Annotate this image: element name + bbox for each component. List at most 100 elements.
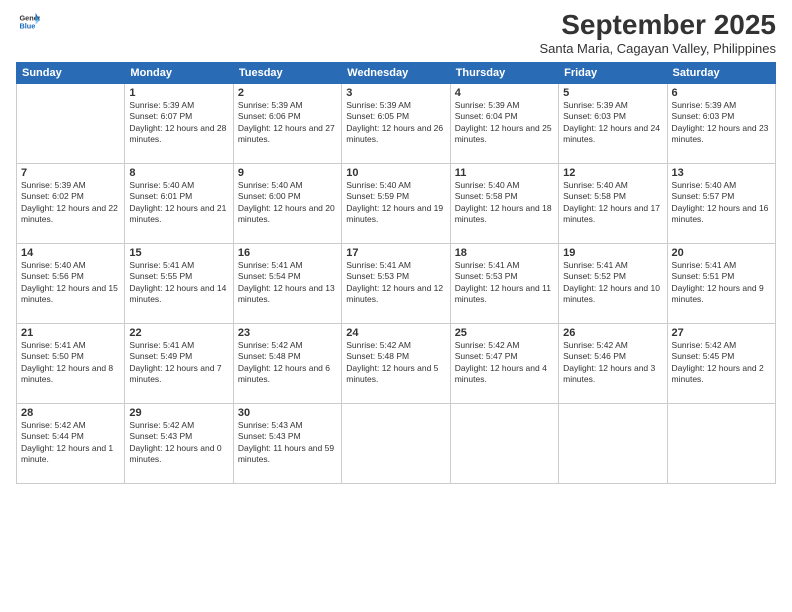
day-number: 20 — [672, 247, 771, 259]
day-number: 12 — [563, 167, 662, 179]
table-row: 9Sunrise: 5:40 AM Sunset: 6:00 PM Daylig… — [233, 163, 341, 243]
calendar-week-row: 21Sunrise: 5:41 AM Sunset: 5:50 PM Dayli… — [17, 323, 776, 403]
header: General Blue September 2025 Santa Maria,… — [16, 10, 776, 56]
calendar-week-row: 1Sunrise: 5:39 AM Sunset: 6:07 PM Daylig… — [17, 83, 776, 163]
table-row: 26Sunrise: 5:42 AM Sunset: 5:46 PM Dayli… — [559, 323, 667, 403]
table-row: 30Sunrise: 5:43 AM Sunset: 5:43 PM Dayli… — [233, 403, 341, 483]
day-number: 22 — [129, 327, 228, 339]
col-saturday: Saturday — [667, 62, 775, 83]
svg-text:Blue: Blue — [19, 21, 35, 30]
table-row: 8Sunrise: 5:40 AM Sunset: 6:01 PM Daylig… — [125, 163, 233, 243]
day-number: 15 — [129, 247, 228, 259]
table-row: 14Sunrise: 5:40 AM Sunset: 5:56 PM Dayli… — [17, 243, 125, 323]
day-number: 10 — [346, 167, 445, 179]
cell-info: Sunrise: 5:40 AM Sunset: 5:59 PM Dayligh… — [346, 180, 445, 226]
day-number: 19 — [563, 247, 662, 259]
table-row: 15Sunrise: 5:41 AM Sunset: 5:55 PM Dayli… — [125, 243, 233, 323]
month-title: September 2025 — [539, 10, 776, 41]
table-row — [342, 403, 450, 483]
day-number: 14 — [21, 247, 120, 259]
col-sunday: Sunday — [17, 62, 125, 83]
table-row: 7Sunrise: 5:39 AM Sunset: 6:02 PM Daylig… — [17, 163, 125, 243]
day-number: 3 — [346, 87, 445, 99]
col-wednesday: Wednesday — [342, 62, 450, 83]
day-number: 26 — [563, 327, 662, 339]
cell-info: Sunrise: 5:39 AM Sunset: 6:07 PM Dayligh… — [129, 100, 228, 146]
cell-info: Sunrise: 5:39 AM Sunset: 6:05 PM Dayligh… — [346, 100, 445, 146]
table-row: 28Sunrise: 5:42 AM Sunset: 5:44 PM Dayli… — [17, 403, 125, 483]
cell-info: Sunrise: 5:39 AM Sunset: 6:06 PM Dayligh… — [238, 100, 337, 146]
day-number: 21 — [21, 327, 120, 339]
table-row: 5Sunrise: 5:39 AM Sunset: 6:03 PM Daylig… — [559, 83, 667, 163]
table-row: 19Sunrise: 5:41 AM Sunset: 5:52 PM Dayli… — [559, 243, 667, 323]
table-row: 17Sunrise: 5:41 AM Sunset: 5:53 PM Dayli… — [342, 243, 450, 323]
calendar-week-row: 14Sunrise: 5:40 AM Sunset: 5:56 PM Dayli… — [17, 243, 776, 323]
table-row: 20Sunrise: 5:41 AM Sunset: 5:51 PM Dayli… — [667, 243, 775, 323]
cell-info: Sunrise: 5:40 AM Sunset: 6:00 PM Dayligh… — [238, 180, 337, 226]
table-row — [667, 403, 775, 483]
day-number: 1 — [129, 87, 228, 99]
cell-info: Sunrise: 5:42 AM Sunset: 5:48 PM Dayligh… — [346, 340, 445, 386]
table-row: 29Sunrise: 5:42 AM Sunset: 5:43 PM Dayli… — [125, 403, 233, 483]
day-number: 7 — [21, 167, 120, 179]
title-block: September 2025 Santa Maria, Cagayan Vall… — [539, 10, 776, 56]
day-number: 28 — [21, 407, 120, 419]
table-row: 2Sunrise: 5:39 AM Sunset: 6:06 PM Daylig… — [233, 83, 341, 163]
table-row: 23Sunrise: 5:42 AM Sunset: 5:48 PM Dayli… — [233, 323, 341, 403]
col-thursday: Thursday — [450, 62, 558, 83]
cell-info: Sunrise: 5:41 AM Sunset: 5:52 PM Dayligh… — [563, 260, 662, 306]
table-row: 25Sunrise: 5:42 AM Sunset: 5:47 PM Dayli… — [450, 323, 558, 403]
cell-info: Sunrise: 5:40 AM Sunset: 5:57 PM Dayligh… — [672, 180, 771, 226]
cell-info: Sunrise: 5:42 AM Sunset: 5:45 PM Dayligh… — [672, 340, 771, 386]
cell-info: Sunrise: 5:41 AM Sunset: 5:53 PM Dayligh… — [455, 260, 554, 306]
day-number: 13 — [672, 167, 771, 179]
day-number: 5 — [563, 87, 662, 99]
day-number: 27 — [672, 327, 771, 339]
cell-info: Sunrise: 5:42 AM Sunset: 5:47 PM Dayligh… — [455, 340, 554, 386]
day-number: 11 — [455, 167, 554, 179]
location-title: Santa Maria, Cagayan Valley, Philippines — [539, 41, 776, 56]
cell-info: Sunrise: 5:42 AM Sunset: 5:44 PM Dayligh… — [21, 420, 120, 466]
col-friday: Friday — [559, 62, 667, 83]
day-number: 24 — [346, 327, 445, 339]
table-row: 1Sunrise: 5:39 AM Sunset: 6:07 PM Daylig… — [125, 83, 233, 163]
cell-info: Sunrise: 5:39 AM Sunset: 6:03 PM Dayligh… — [563, 100, 662, 146]
logo: General Blue — [16, 10, 40, 32]
cell-info: Sunrise: 5:42 AM Sunset: 5:48 PM Dayligh… — [238, 340, 337, 386]
day-number: 30 — [238, 407, 337, 419]
table-row — [17, 83, 125, 163]
table-row: 16Sunrise: 5:41 AM Sunset: 5:54 PM Dayli… — [233, 243, 341, 323]
day-number: 2 — [238, 87, 337, 99]
cell-info: Sunrise: 5:42 AM Sunset: 5:43 PM Dayligh… — [129, 420, 228, 466]
day-number: 16 — [238, 247, 337, 259]
table-row — [559, 403, 667, 483]
table-row: 27Sunrise: 5:42 AM Sunset: 5:45 PM Dayli… — [667, 323, 775, 403]
table-row: 24Sunrise: 5:42 AM Sunset: 5:48 PM Dayli… — [342, 323, 450, 403]
calendar-table: Sunday Monday Tuesday Wednesday Thursday… — [16, 62, 776, 484]
col-tuesday: Tuesday — [233, 62, 341, 83]
cell-info: Sunrise: 5:43 AM Sunset: 5:43 PM Dayligh… — [238, 420, 337, 466]
cell-info: Sunrise: 5:41 AM Sunset: 5:54 PM Dayligh… — [238, 260, 337, 306]
day-number: 4 — [455, 87, 554, 99]
day-number: 18 — [455, 247, 554, 259]
day-number: 23 — [238, 327, 337, 339]
cell-info: Sunrise: 5:42 AM Sunset: 5:46 PM Dayligh… — [563, 340, 662, 386]
cell-info: Sunrise: 5:41 AM Sunset: 5:53 PM Dayligh… — [346, 260, 445, 306]
cell-info: Sunrise: 5:41 AM Sunset: 5:49 PM Dayligh… — [129, 340, 228, 386]
table-row: 18Sunrise: 5:41 AM Sunset: 5:53 PM Dayli… — [450, 243, 558, 323]
col-monday: Monday — [125, 62, 233, 83]
generalblue-logo-icon: General Blue — [18, 10, 40, 32]
day-number: 9 — [238, 167, 337, 179]
day-number: 29 — [129, 407, 228, 419]
table-row: 21Sunrise: 5:41 AM Sunset: 5:50 PM Dayli… — [17, 323, 125, 403]
table-row: 22Sunrise: 5:41 AM Sunset: 5:49 PM Dayli… — [125, 323, 233, 403]
day-number: 8 — [129, 167, 228, 179]
cell-info: Sunrise: 5:39 AM Sunset: 6:04 PM Dayligh… — [455, 100, 554, 146]
cell-info: Sunrise: 5:40 AM Sunset: 6:01 PM Dayligh… — [129, 180, 228, 226]
cell-info: Sunrise: 5:41 AM Sunset: 5:55 PM Dayligh… — [129, 260, 228, 306]
table-row: 6Sunrise: 5:39 AM Sunset: 6:03 PM Daylig… — [667, 83, 775, 163]
cell-info: Sunrise: 5:39 AM Sunset: 6:02 PM Dayligh… — [21, 180, 120, 226]
calendar-week-row: 7Sunrise: 5:39 AM Sunset: 6:02 PM Daylig… — [17, 163, 776, 243]
day-number: 25 — [455, 327, 554, 339]
cell-info: Sunrise: 5:40 AM Sunset: 5:58 PM Dayligh… — [455, 180, 554, 226]
